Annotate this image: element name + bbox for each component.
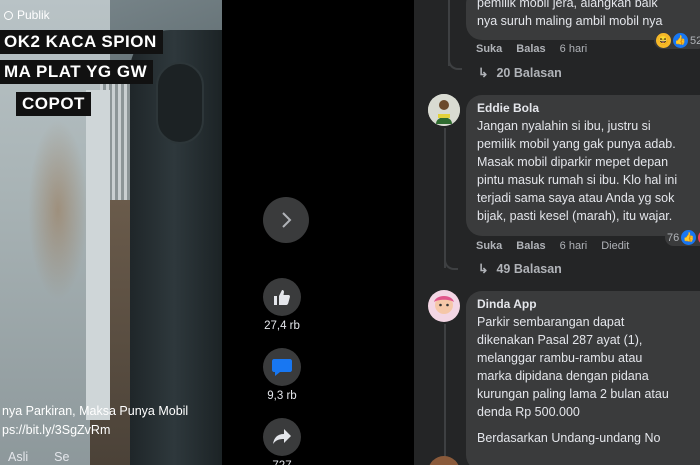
view-replies-link[interactable]: ↳ 20 Balasan: [478, 65, 562, 81]
reply-arrow-icon: ↳: [478, 66, 489, 80]
comments-panel: pemilik mobil jera, alangkah baik nya su…: [414, 0, 700, 465]
comment-count: 9,3 rb: [267, 390, 297, 402]
video-description: nya Parkiran, Maksa Punya Mobil: [2, 404, 189, 418]
comment-text-line: Jangan nyalahin si ibu, justru si: [477, 119, 651, 133]
chevron-right-icon: [282, 212, 292, 228]
reaction-summary[interactable]: 76 👍 ♥: [665, 229, 700, 246]
view-replies-link[interactable]: ↳ 49 Balasan: [478, 261, 562, 277]
comment-text-line: denda Rp 500.000: [477, 405, 580, 419]
comment-text-line: pemilik mobil yang gak punya adab.: [477, 137, 676, 151]
comment-text-line: Parkir sembarangan dapat: [477, 315, 625, 329]
comment-bubble: Eddie Bola Jangan nyalahin si ibu, justr…: [466, 95, 700, 236]
reaction-count: 76: [667, 231, 680, 244]
comment-time[interactable]: 6 hari: [560, 43, 588, 55]
comment-text-line: bijak, pasti kesel (marah), itu wajar.: [477, 209, 673, 223]
comment-text-line: dikenakan Pasal 287 ayat (1),: [477, 333, 643, 347]
reply-link[interactable]: Balas: [516, 240, 545, 252]
video-link[interactable]: ps://bit.ly/3SgZvRm: [2, 423, 110, 437]
comment-bubble: Dinda App Parkir sembarangan dapat diken…: [466, 291, 700, 465]
comment-text-line: kurungan paling lama 2 bulan atau: [477, 387, 669, 401]
comment-author[interactable]: Dinda App: [477, 297, 700, 311]
video-caption-line-2: MA PLAT YG GW: [0, 60, 154, 84]
video-actions-column: 27,4 rb 9,3 rb 727: [222, 0, 414, 465]
comment-text-line: pemilik mobil jera, alangkah baik: [477, 0, 658, 10]
video-caption-line-3: COPOT: [16, 92, 91, 116]
haha-react-icon: 😆: [656, 33, 671, 48]
share-button[interactable]: [263, 418, 301, 456]
video-bottom-bar: Asli Se: [0, 450, 69, 464]
avatar[interactable]: [428, 290, 460, 322]
privacy-label: Publik: [4, 8, 50, 22]
video-player[interactable]: Publik OK2 KACA SPION MA PLAT YG GW COPO…: [0, 0, 222, 465]
next-video-button[interactable]: [263, 197, 309, 243]
comment-text-line: marka dipidana dengan pidana: [477, 369, 649, 383]
comment-text-line: melanggar rambu-rambu atau: [477, 351, 643, 365]
comment-time[interactable]: 6 hari: [560, 240, 588, 252]
reaction-summary[interactable]: 😆 👍 52: [654, 32, 700, 49]
comment-text-line: nya suruh maling ambil mobil nya: [477, 14, 663, 28]
share-icon: [273, 429, 291, 444]
comment-meta: Suka Balas 6 hari: [476, 43, 587, 55]
comment-button[interactable]: [263, 348, 301, 386]
replies-count-label: 49 Balasan: [496, 261, 562, 276]
reply-link[interactable]: Balas: [516, 43, 545, 55]
comment-text-line: pintu masuk rumah si ibu. Klo hal ini: [477, 173, 678, 187]
reaction-count: 52: [690, 34, 700, 47]
video-bottom-label-right[interactable]: Se: [54, 450, 69, 464]
like-react-icon: 👍: [681, 230, 697, 245]
thumbs-up-icon: [274, 290, 290, 305]
like-react-icon: 👍: [673, 33, 688, 48]
comment-icon: [272, 359, 292, 376]
video-caption-line-1: OK2 KACA SPION: [0, 30, 163, 54]
share-count: 727: [258, 460, 306, 465]
comment-text-line: terjadi sama saya atau Anda yg sok: [477, 191, 675, 205]
comment-author[interactable]: Eddie Bola: [477, 101, 700, 115]
like-link[interactable]: Suka: [476, 240, 502, 252]
video-bottom-label-left[interactable]: Asli: [8, 450, 28, 464]
comment-text-line: Masak mobil diparkir mepet depan: [477, 155, 669, 169]
replies-count-label: 20 Balasan: [496, 65, 562, 80]
edited-label: Diedit: [601, 240, 630, 252]
comment-meta: Suka Balas 6 hari Diedit: [476, 240, 629, 252]
avatar-image: [428, 94, 460, 126]
avatar-image: [428, 290, 460, 322]
video-car-mirror: [156, 62, 204, 144]
avatar[interactable]: [428, 456, 460, 465]
like-count: 27,4 rb: [264, 320, 300, 332]
avatar[interactable]: [428, 94, 460, 126]
reply-arrow-icon: ↳: [478, 262, 489, 276]
like-link[interactable]: Suka: [476, 43, 502, 55]
like-button[interactable]: [263, 278, 301, 316]
globe-icon: [4, 10, 13, 20]
comment-text-line: Berdasarkan Undang-undang No: [477, 431, 661, 445]
